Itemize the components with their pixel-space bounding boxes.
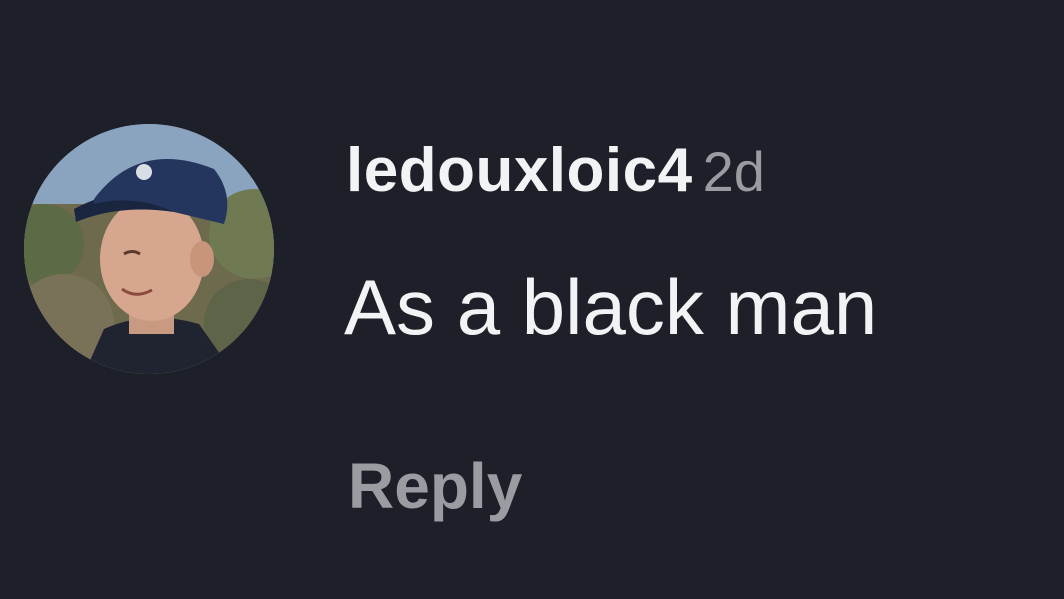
timestamp: 2d	[702, 140, 765, 203]
profile-photo-avatar-icon	[24, 124, 274, 374]
comment-item: ledouxloic4 2d As a black man Reply	[0, 0, 1064, 599]
reply-button[interactable]: Reply	[348, 446, 522, 526]
comment-text: As a black man	[344, 263, 878, 351]
username-link[interactable]: ledouxloic4	[346, 136, 693, 205]
comment-header: ledouxloic4 2d	[346, 131, 765, 211]
avatar[interactable]	[24, 124, 274, 374]
